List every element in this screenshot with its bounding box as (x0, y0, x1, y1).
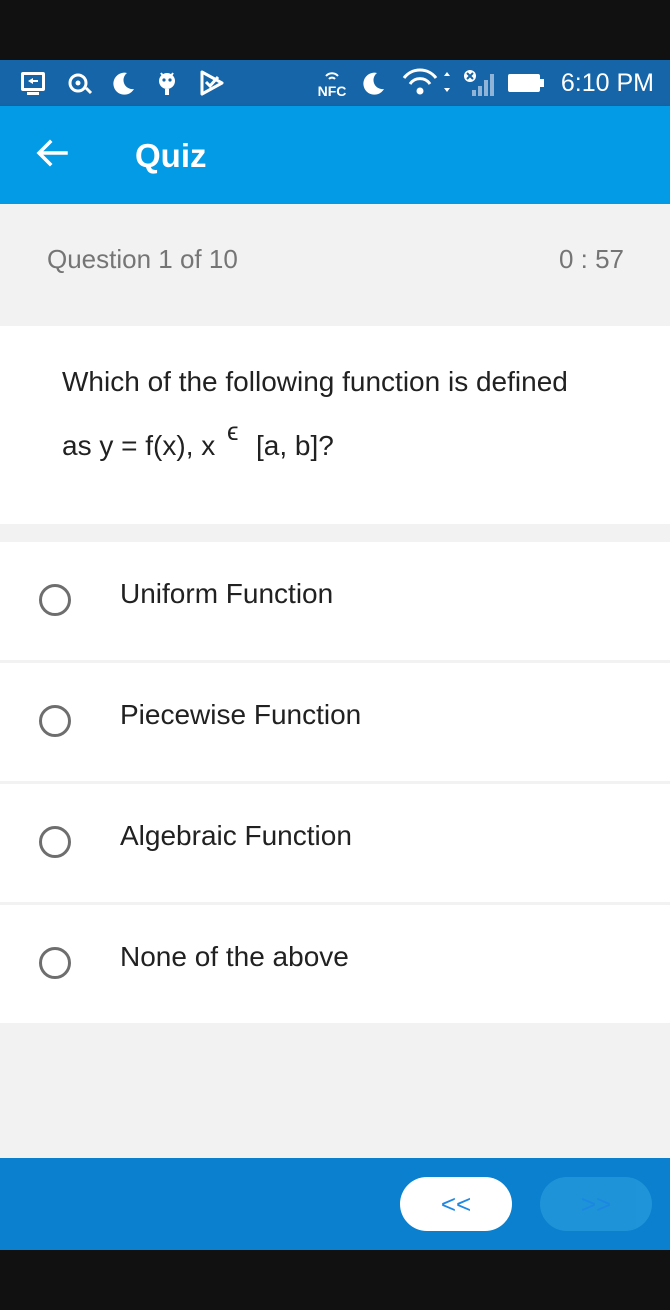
question-text-line3: [a, b]? (256, 430, 334, 461)
screen-cast-icon (18, 68, 48, 98)
robot-icon (152, 68, 182, 98)
back-button[interactable] (20, 130, 84, 180)
answer-option-label: None of the above (120, 941, 349, 972)
answer-option-label: Piecewise Function (120, 699, 362, 730)
nfc-label: NFC (318, 83, 347, 98)
answer-option-3[interactable]: Algebraic Function (0, 784, 670, 902)
status-time: 6:10 PM (560, 69, 654, 97)
question-timer: 0 : 57 (558, 244, 624, 274)
question-header: Question 1 of 10 0 : 57 (0, 204, 670, 326)
radio-button-icon[interactable] (39, 584, 71, 616)
bottom-navigation-bar: << >> (0, 1158, 670, 1250)
answer-option-label: Algebraic Function (120, 820, 352, 851)
question-text-line2: as y = f(x), x (62, 430, 216, 461)
radio-button-icon[interactable] (39, 947, 71, 979)
battery-icon (506, 68, 546, 98)
answer-option-label: Uniform Function (120, 578, 334, 609)
signal-icon (458, 68, 498, 98)
wifi-icon (400, 68, 456, 98)
settings-icon (64, 68, 94, 98)
app-bar: Quiz (0, 106, 670, 204)
play-store-icon (196, 68, 226, 98)
status-bar: NFC 6:10 PM (0, 60, 670, 106)
answer-option-1[interactable]: Uniform Function (0, 542, 670, 660)
question-counter: Question 1 of 10 (47, 244, 238, 274)
arrow-left-icon (34, 135, 70, 176)
next-button[interactable]: >> (540, 1177, 652, 1231)
previous-button[interactable]: << (400, 1177, 512, 1231)
top-system-area (0, 0, 670, 60)
nfc-icon: NFC (312, 68, 352, 98)
moon-icon-2 (358, 68, 388, 98)
navigation-area (0, 1250, 670, 1310)
moon-icon (108, 68, 138, 98)
question-card: Which of the following function is defin… (0, 326, 670, 524)
page-title: Quiz (135, 137, 207, 174)
question-text-line1: Which of the following function is defin… (62, 366, 568, 397)
element-of-symbol: ϵ (227, 416, 239, 446)
answer-option-2[interactable]: Piecewise Function (0, 663, 670, 781)
radio-button-icon[interactable] (39, 826, 71, 858)
answer-option-4[interactable]: None of the above (0, 905, 670, 1023)
radio-button-icon[interactable] (39, 705, 71, 737)
